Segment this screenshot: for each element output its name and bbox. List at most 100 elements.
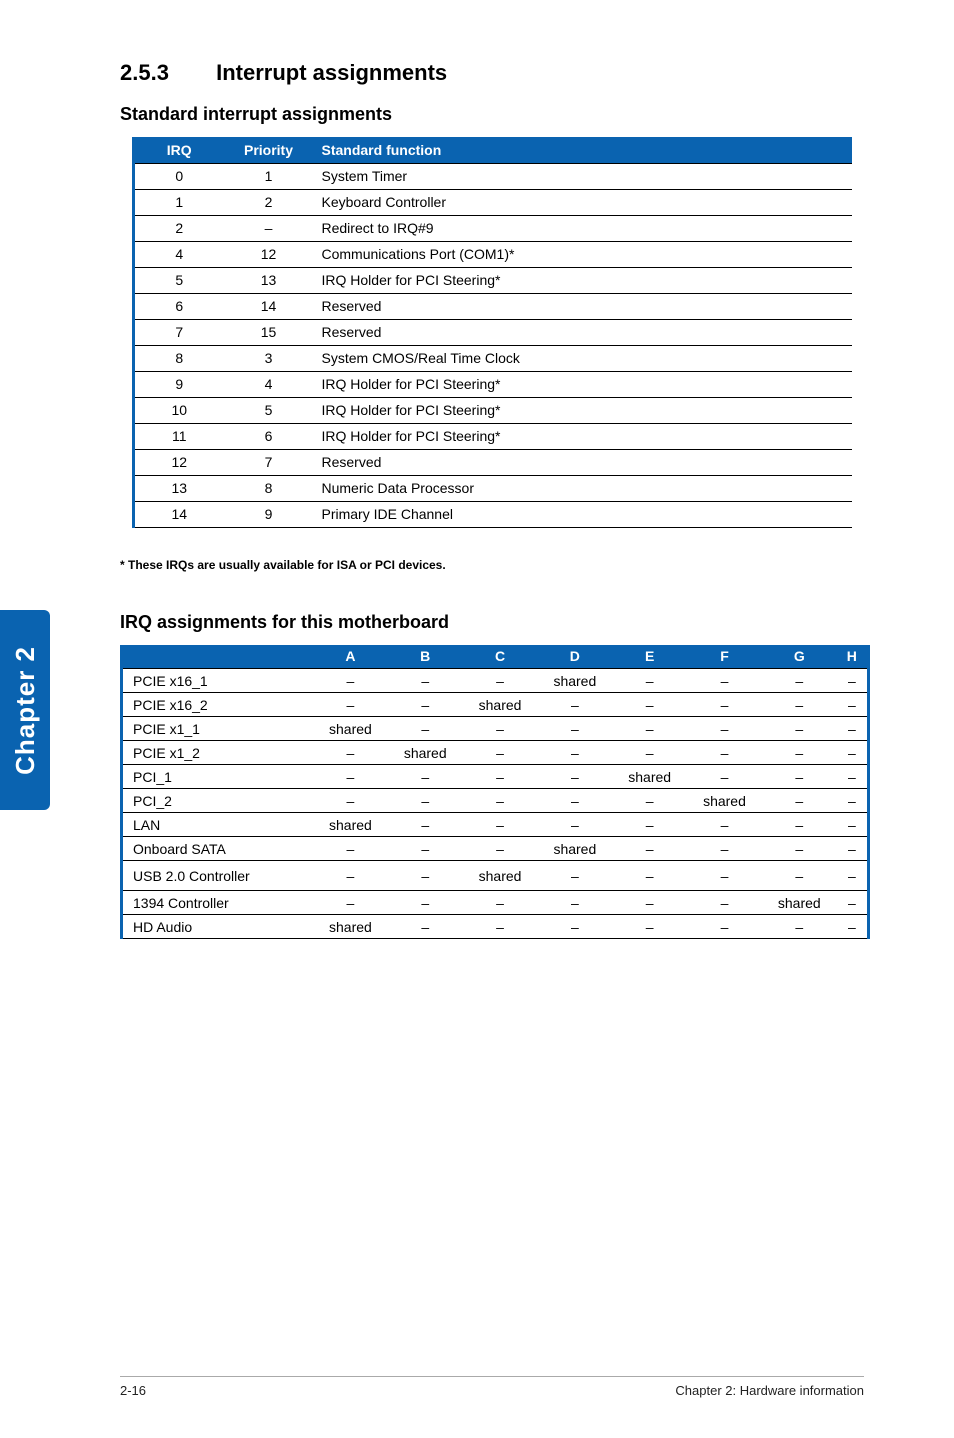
cell-priority: 7	[224, 449, 314, 475]
cell-value: –	[537, 741, 612, 765]
cell-value: –	[388, 861, 463, 891]
cell-function: IRQ Holder for PCI Steering*	[314, 397, 853, 423]
cell-value: –	[313, 693, 388, 717]
cell-value: –	[837, 765, 867, 789]
cell-priority: 4	[224, 371, 314, 397]
cell-value: –	[837, 717, 867, 741]
cell-value: –	[537, 693, 612, 717]
table-row: 513IRQ Holder for PCI Steering*	[134, 267, 853, 293]
cell-value: –	[837, 837, 867, 861]
cell-value: shared	[687, 789, 762, 813]
cell-value: –	[537, 861, 612, 891]
cell-irq: 13	[134, 475, 224, 501]
col-header-d: D	[537, 645, 612, 669]
table-row: 138Numeric Data Processor	[134, 475, 853, 501]
table-row: 01System Timer	[134, 163, 853, 189]
page-number: 2-16	[120, 1383, 146, 1398]
cell-device: PCI_2	[123, 789, 313, 813]
cell-value: –	[687, 717, 762, 741]
cell-value: –	[388, 813, 463, 837]
cell-value: –	[463, 915, 538, 939]
cell-device: PCIE x1_2	[123, 741, 313, 765]
cell-value: –	[687, 669, 762, 693]
cell-irq: 8	[134, 345, 224, 371]
footer-chapter-label: Chapter 2: Hardware information	[675, 1383, 864, 1398]
cell-priority: 6	[224, 423, 314, 449]
cell-value: –	[687, 693, 762, 717]
table-row: 614Reserved	[134, 293, 853, 319]
cell-value: –	[388, 837, 463, 861]
cell-value: –	[612, 813, 687, 837]
cell-value: –	[388, 891, 463, 915]
cell-value: –	[837, 741, 867, 765]
cell-value: –	[463, 741, 538, 765]
subheading-motherboard-irq: IRQ assignments for this motherboard	[120, 612, 864, 633]
cell-value: –	[762, 717, 837, 741]
cell-value: –	[313, 837, 388, 861]
section-number: 2.5.3	[120, 60, 210, 86]
col-header-irq: IRQ	[134, 137, 224, 163]
cell-value: –	[612, 789, 687, 813]
cell-value: shared	[762, 891, 837, 915]
cell-value: –	[687, 861, 762, 891]
cell-priority: 5	[224, 397, 314, 423]
cell-value: –	[687, 891, 762, 915]
cell-irq: 12	[134, 449, 224, 475]
cell-value: shared	[537, 837, 612, 861]
cell-value: –	[612, 837, 687, 861]
table-row: USB 2.0 Controller––shared–––––	[123, 861, 867, 891]
cell-value: –	[463, 765, 538, 789]
cell-value: –	[388, 717, 463, 741]
cell-value: –	[762, 861, 837, 891]
cell-priority: 2	[224, 189, 314, 215]
chapter-side-tab: Chapter 2	[0, 610, 50, 810]
cell-value: shared	[388, 741, 463, 765]
cell-value: –	[537, 813, 612, 837]
cell-priority: 9	[224, 501, 314, 527]
cell-device: 1394 Controller	[123, 891, 313, 915]
cell-value: –	[612, 693, 687, 717]
cell-value: –	[612, 891, 687, 915]
cell-value: –	[687, 837, 762, 861]
cell-device: PCIE x1_1	[123, 717, 313, 741]
cell-value: –	[837, 693, 867, 717]
page-footer: 2-16 Chapter 2: Hardware information	[120, 1376, 864, 1398]
cell-priority: 13	[224, 267, 314, 293]
cell-value: –	[687, 813, 762, 837]
cell-value: –	[463, 789, 538, 813]
cell-priority: 14	[224, 293, 314, 319]
col-header-f: F	[687, 645, 762, 669]
cell-irq: 14	[134, 501, 224, 527]
table-row: 127Reserved	[134, 449, 853, 475]
cell-value: –	[313, 765, 388, 789]
col-header-b: B	[388, 645, 463, 669]
cell-irq: 11	[134, 423, 224, 449]
cell-irq: 10	[134, 397, 224, 423]
cell-priority: 12	[224, 241, 314, 267]
table-row: PCIE x16_2––shared–––––	[123, 693, 867, 717]
cell-function: Communications Port (COM1)*	[314, 241, 853, 267]
col-header-a: A	[313, 645, 388, 669]
col-header-device	[123, 645, 313, 669]
table-header-row: IRQ Priority Standard function	[134, 137, 853, 163]
cell-value: –	[537, 915, 612, 939]
section-title: Interrupt assignments	[216, 60, 447, 85]
cell-value: –	[837, 861, 867, 891]
cell-priority: 15	[224, 319, 314, 345]
cell-value: –	[388, 669, 463, 693]
cell-value: –	[837, 789, 867, 813]
cell-value: shared	[463, 693, 538, 717]
cell-value: –	[313, 891, 388, 915]
cell-function: System Timer	[314, 163, 853, 189]
cell-function: IRQ Holder for PCI Steering*	[314, 423, 853, 449]
cell-value: –	[537, 717, 612, 741]
cell-value: –	[612, 915, 687, 939]
cell-value: –	[837, 669, 867, 693]
cell-function: Keyboard Controller	[314, 189, 853, 215]
cell-priority: –	[224, 215, 314, 241]
cell-value: –	[463, 813, 538, 837]
cell-value: –	[313, 669, 388, 693]
table-row: 83System CMOS/Real Time Clock	[134, 345, 853, 371]
cell-value: shared	[313, 717, 388, 741]
cell-value: –	[388, 789, 463, 813]
